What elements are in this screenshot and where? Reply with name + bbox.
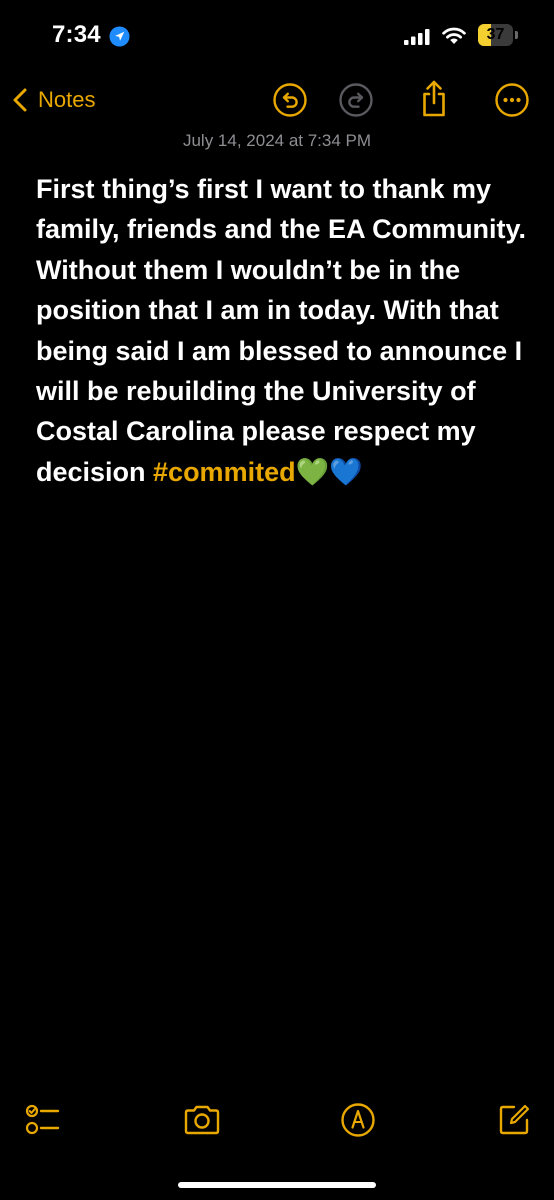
status-time: 7:34 [52,21,101,48]
back-label: Notes [38,87,96,112]
status-bar: 7:34 37 [0,0,554,70]
home-indicator[interactable] [178,1182,376,1188]
compose-note-button[interactable] [494,1100,534,1140]
location-arrow-icon [109,26,130,47]
bottom-toolbar [0,1100,554,1150]
camera-icon [184,1105,220,1135]
note-hashtag: #commited [153,456,296,487]
battery-indicator: 37 [478,24,518,46]
battery-cap [515,31,518,39]
share-icon [423,80,445,117]
markup-icon [341,1103,375,1137]
note-body-text: First thing’s first I want to thank my f… [36,174,527,487]
more-options-button[interactable] [494,82,530,118]
checklist-button[interactable] [24,1100,64,1140]
compose-icon [499,1104,530,1135]
checklist-icon [25,1104,60,1135]
camera-button[interactable] [182,1100,222,1140]
markup-button[interactable] [338,1100,378,1140]
green-heart-emoji: 💚 [295,456,330,488]
redo-icon [339,83,373,117]
back-to-notes-button[interactable]: Notes [10,82,95,118]
battery-level: 37 [486,26,505,43]
undo-icon [273,83,307,117]
wifi-icon [442,27,466,44]
navigation-bar: Notes [0,72,554,128]
more-icon [495,83,529,117]
blue-heart-emoji: 💙 [329,456,363,488]
share-button[interactable] [416,78,452,117]
cellular-signal-icon [404,29,430,45]
chevron-left-icon [13,88,27,112]
undo-button[interactable] [272,82,308,118]
note-date: July 14, 2024 at 7:34 PM [182,131,372,150]
note-body[interactable]: First thing’s first I want to thank my f… [36,169,536,493]
redo-button[interactable] [338,82,374,118]
battery-body: 37 [478,24,513,46]
